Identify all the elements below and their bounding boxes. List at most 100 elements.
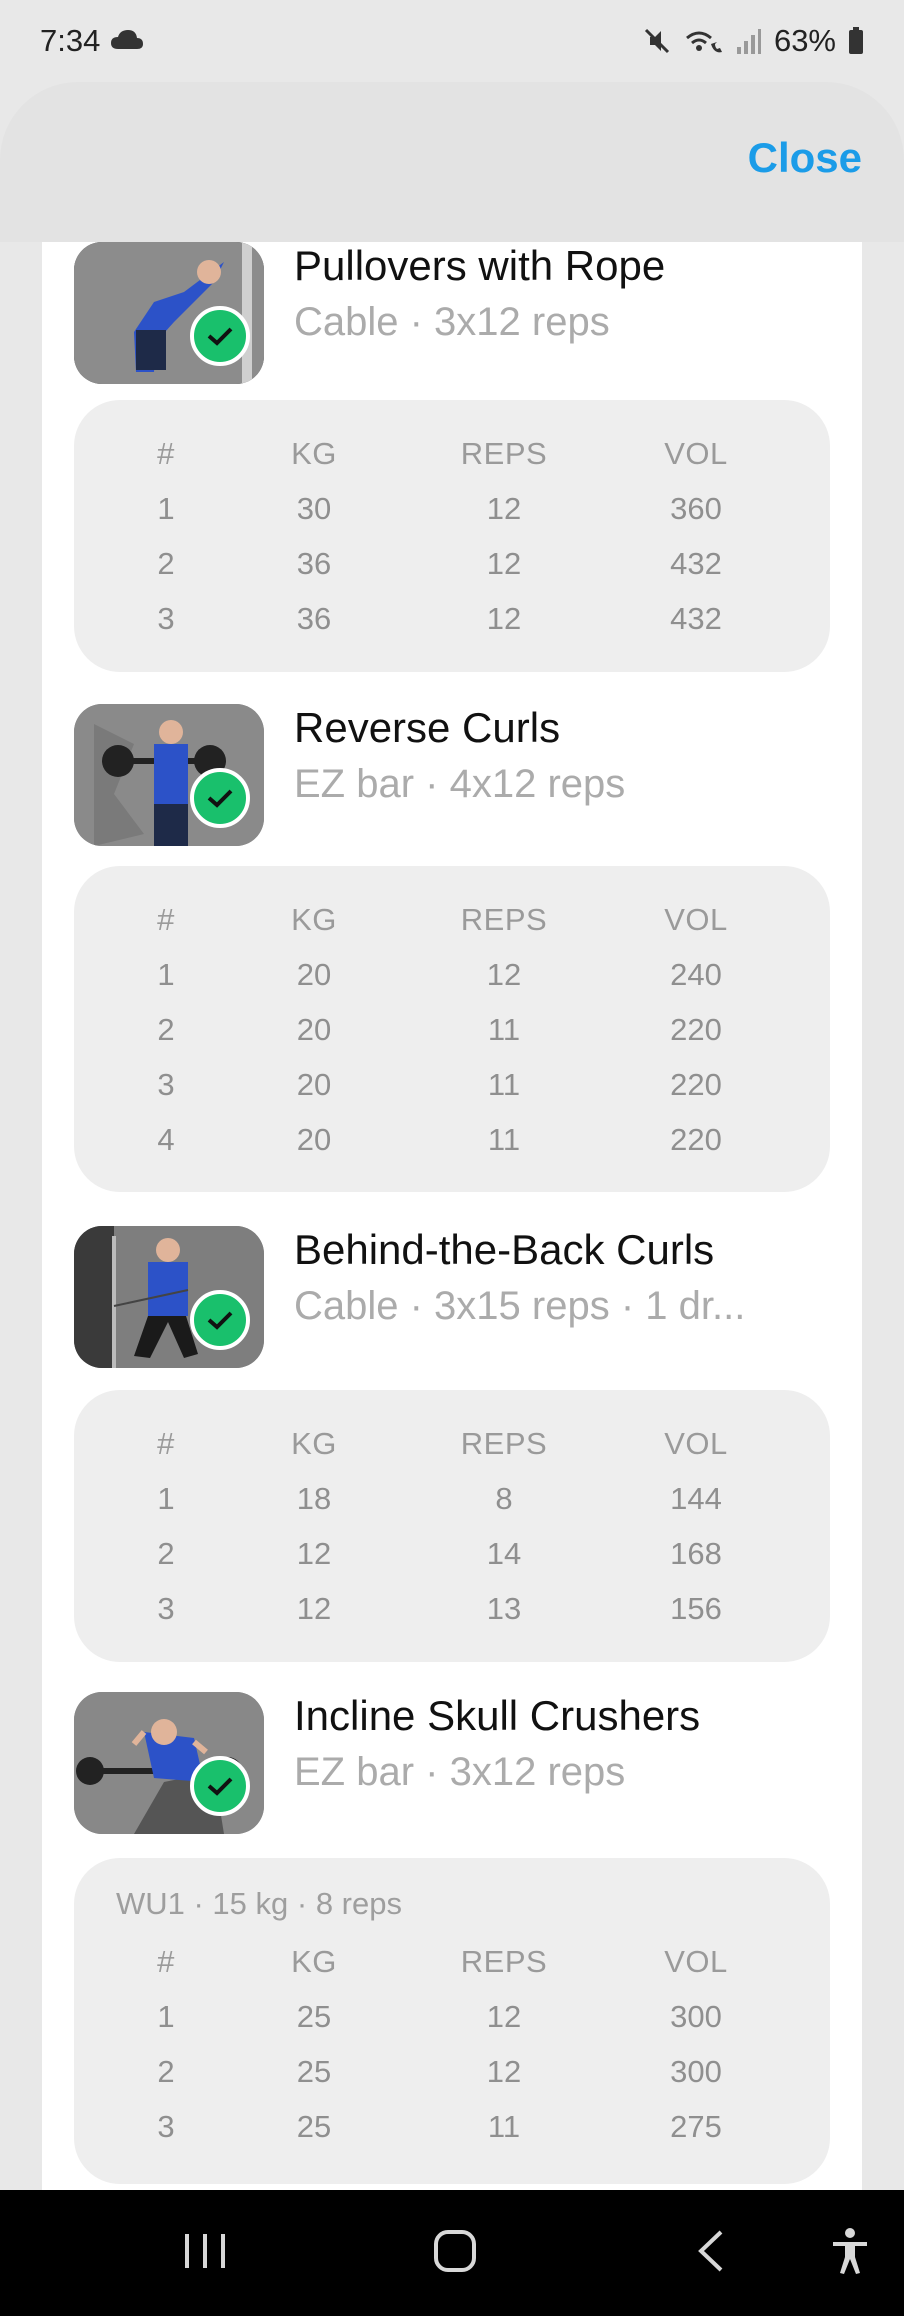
exercise-name: Reverse Curls (294, 704, 561, 751)
home-icon (433, 2229, 477, 2278)
system-nav-bar (0, 2190, 904, 2316)
col-vol: VOL (664, 902, 728, 937)
set-volume: 156 (670, 1591, 722, 1626)
col-reps: REPS (460, 1426, 548, 1461)
col-num: # (157, 1944, 175, 1979)
table-row: 3 20 11 220 (74, 1067, 830, 1122)
col-num: # (157, 436, 175, 471)
exercise-list[interactable]: Pullovers with Rope Cable · 3x12 reps # … (42, 242, 862, 2190)
accessibility-icon (830, 2227, 870, 2280)
back-button[interactable] (665, 2190, 755, 2316)
table-row: 2 12 14 168 (74, 1536, 830, 1591)
table-row: 3 25 11 275 (74, 2109, 830, 2164)
table-row: 4 20 11 220 (74, 1122, 830, 1177)
set-reps: 12 (486, 491, 522, 526)
set-kg: 20 (296, 957, 332, 992)
exercise-subtitle: EZ bar · 3x12 reps (294, 1750, 626, 1794)
table-row: 1 20 12 240 (74, 957, 830, 1012)
set-volume: 300 (670, 1999, 722, 2034)
set-number: 4 (157, 1122, 175, 1157)
set-kg: 20 (296, 1122, 332, 1157)
sets-table: # KG REPS VOL 1 20 12 240 2 20 11 220 3 … (74, 866, 830, 1192)
set-reps: 14 (486, 1536, 522, 1571)
set-number: 3 (157, 2109, 175, 2144)
set-kg: 12 (296, 1591, 332, 1626)
col-kg: KG (291, 902, 337, 937)
col-num: # (157, 1426, 175, 1461)
table-row: 2 25 12 300 (74, 2054, 830, 2109)
accessibility-button[interactable] (810, 2190, 890, 2316)
exercise-name: Incline Skull Crushers (294, 1692, 701, 1739)
warmup-set: WU1 · 15 kg · 8 reps (116, 1886, 402, 1921)
set-volume: 220 (670, 1067, 722, 1102)
set-volume: 220 (670, 1012, 722, 1047)
exercise-card[interactable]: Reverse Curls EZ bar · 4x12 reps # KG RE… (42, 704, 862, 1192)
set-number: 2 (157, 546, 175, 581)
set-number: 2 (157, 1012, 175, 1047)
close-button[interactable]: Close (748, 134, 862, 182)
set-number: 3 (157, 601, 175, 636)
set-kg: 25 (296, 2054, 332, 2089)
set-reps: 12 (486, 546, 522, 581)
set-kg: 36 (296, 601, 332, 636)
col-vol: VOL (664, 1426, 728, 1461)
set-kg: 25 (296, 1999, 332, 2034)
home-button[interactable] (410, 2190, 500, 2316)
set-volume: 168 (670, 1536, 722, 1571)
set-kg: 20 (296, 1067, 332, 1102)
set-volume: 275 (670, 2109, 722, 2144)
back-chevron-icon (695, 2229, 725, 2278)
table-row: 3 12 13 156 (74, 1591, 830, 1646)
set-volume: 432 (670, 546, 722, 581)
exercise-card[interactable]: Pullovers with Rope Cable · 3x12 reps # … (42, 242, 862, 672)
set-kg: 18 (296, 1481, 332, 1516)
col-kg: KG (291, 436, 337, 471)
set-number: 1 (157, 957, 175, 992)
table-row: 2 36 12 432 (74, 546, 830, 601)
battery-percent: 63% (773, 23, 836, 58)
set-reps: 11 (487, 1122, 521, 1157)
set-volume: 144 (670, 1481, 722, 1516)
set-volume: 240 (670, 957, 722, 992)
set-kg: 36 (296, 546, 332, 581)
col-reps: REPS (460, 1944, 548, 1979)
set-reps: 8 (495, 1481, 513, 1516)
table-row: 1 30 12 360 (74, 491, 830, 546)
set-volume: 360 (670, 491, 722, 526)
col-vol: VOL (664, 436, 728, 471)
sets-table: # KG REPS VOL 1 18 8 144 2 12 14 168 3 1… (74, 1390, 830, 1662)
sets-table: WU1 · 15 kg · 8 reps # KG REPS VOL 1 25 … (74, 1858, 830, 2184)
col-num: # (157, 902, 175, 937)
exercise-subtitle: Cable · 3x15 reps · 1 dr... (294, 1284, 746, 1328)
set-number: 1 (157, 1999, 175, 2034)
set-number: 1 (157, 491, 175, 526)
exercise-name: Behind-the-Back Curls (294, 1226, 715, 1273)
set-reps: 11 (487, 2109, 521, 2144)
recent-apps-icon (183, 2232, 227, 2275)
recent-apps-button[interactable] (160, 2190, 250, 2316)
set-reps: 12 (486, 2054, 522, 2089)
set-reps: 12 (486, 957, 522, 992)
exercise-subtitle: Cable · 3x12 reps (294, 300, 610, 344)
table-row: 2 20 11 220 (74, 1012, 830, 1067)
exercise-card[interactable]: Behind-the-Back Curls Cable · 3x15 reps … (42, 1226, 862, 1662)
col-kg: KG (291, 1944, 337, 1979)
table-row: 1 18 8 144 (74, 1481, 830, 1536)
set-number: 3 (157, 1067, 175, 1102)
col-reps: REPS (460, 436, 548, 471)
completed-check-icon (190, 1290, 250, 1350)
col-reps: REPS (460, 902, 548, 937)
set-reps: 13 (486, 1591, 522, 1626)
table-row: 1 25 12 300 (74, 1999, 830, 2054)
status-bar: 7:34 63% (0, 0, 904, 82)
completed-check-icon (190, 306, 250, 366)
set-volume: 300 (670, 2054, 722, 2089)
set-number: 1 (157, 1481, 175, 1516)
set-kg: 12 (296, 1536, 332, 1571)
set-number: 2 (157, 1536, 175, 1571)
battery-icon (848, 27, 864, 55)
exercise-card[interactable]: Incline Skull Crushers EZ bar · 3x12 rep… (42, 1692, 862, 2184)
set-reps: 12 (486, 601, 522, 636)
set-reps: 11 (487, 1012, 521, 1047)
set-reps: 12 (486, 1999, 522, 2034)
